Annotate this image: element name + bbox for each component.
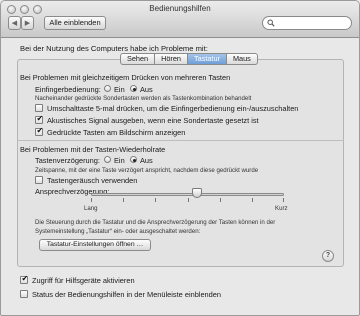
- forward-arrow-icon: ▶: [24, 19, 31, 27]
- delay-slider-track[interactable]: [91, 193, 284, 196]
- slow-keys-description: Zeitspanne, mit der eine Taste verzögert…: [35, 167, 259, 174]
- key-sound-label[interactable]: Tastengeräusch verwenden: [47, 176, 137, 185]
- tab-maus[interactable]: Maus: [226, 53, 258, 65]
- sticky-keys-shift-toggle-label[interactable]: Umschalttaste 5-mal drücken, um die Einf…: [47, 104, 298, 113]
- slow-keys-on-label[interactable]: Ein: [114, 156, 125, 165]
- key-sound-checkbox[interactable]: [35, 176, 43, 184]
- keyboard-note-line-1: Die Steuerung durch die Tastatur und die…: [35, 219, 276, 226]
- slow-keys-label: Tastenverzögerung:: [35, 156, 100, 165]
- menu-status-label[interactable]: Status der Bedienungshilfen in der Menül…: [32, 290, 221, 299]
- problem-headline: Bei der Nutzung des Computers habe ich P…: [20, 44, 208, 53]
- sticky-keys-sound-label[interactable]: Akustisches Signal ausgeben, wenn eine S…: [47, 116, 259, 125]
- category-tabs: Sehen Hören Tastatur Maus: [120, 53, 258, 65]
- sticky-keys-on-radio[interactable]: [104, 85, 111, 92]
- slow-keys-off-radio[interactable]: [130, 156, 137, 163]
- tab-hoeren[interactable]: Hören: [155, 53, 188, 65]
- search-icon: [267, 19, 275, 27]
- preferences-window: Bedienungshilfen ◀ ▶ Alle einblenden Bei…: [0, 0, 360, 316]
- forward-button[interactable]: ▶: [21, 16, 34, 30]
- delay-max-label: Kurz: [275, 205, 288, 212]
- sticky-keys-display-checkbox[interactable]: [35, 126, 43, 136]
- sticky-keys-shift-toggle-checkbox[interactable]: [35, 104, 43, 112]
- tab-sehen[interactable]: Sehen: [120, 53, 156, 65]
- window-title: Bedienungshilfen: [149, 4, 211, 13]
- sticky-keys-label: Einfingerbedienung:: [35, 85, 101, 94]
- title-bar: Bedienungshilfen ◀ ▶ Alle einblenden: [1, 1, 359, 38]
- menu-status-checkbox[interactable]: [20, 290, 28, 298]
- delay-min-label: Lang: [84, 205, 98, 212]
- delay-slider-ticks: [91, 198, 285, 202]
- sticky-keys-section-title: Bei Problemen mit gleichzeitigem Drücken…: [20, 73, 231, 82]
- slow-keys-on-radio[interactable]: [104, 156, 111, 163]
- sticky-keys-display-label[interactable]: Gedrückte Tasten am Bildschirm anzeigen: [47, 128, 185, 137]
- search-input[interactable]: [277, 18, 347, 28]
- assistive-devices-checkbox[interactable]: [20, 274, 28, 284]
- sticky-keys-description: Nacheinander gedrückte Sondertasten werd…: [35, 95, 252, 102]
- keyboard-note-line-2: Systemeinstellung „Tastatur“ ein- oder a…: [35, 228, 201, 235]
- sticky-keys-on-label[interactable]: Ein: [114, 85, 125, 94]
- section-divider: [17, 140, 344, 141]
- show-all-button[interactable]: Alle einblenden: [44, 16, 106, 30]
- search-field[interactable]: [262, 16, 352, 30]
- help-icon[interactable]: ?: [322, 250, 334, 262]
- back-arrow-icon: ◀: [11, 19, 18, 27]
- sticky-keys-off-radio[interactable]: [130, 85, 137, 92]
- assistive-devices-label[interactable]: Zugriff für Hilfsgeräte aktivieren: [32, 276, 135, 285]
- tab-tastatur[interactable]: Tastatur: [187, 53, 227, 65]
- back-button[interactable]: ◀: [8, 16, 21, 30]
- sticky-keys-off-label[interactable]: Aus: [140, 85, 153, 94]
- sticky-keys-sound-checkbox[interactable]: [35, 114, 43, 124]
- slow-keys-section-title: Bei Problemen mit der Tasten-Wiederholra…: [20, 145, 166, 154]
- open-keyboard-settings-button[interactable]: Tastatur-Einstellungen öffnen …: [39, 239, 151, 251]
- slow-keys-off-label[interactable]: Aus: [140, 156, 153, 165]
